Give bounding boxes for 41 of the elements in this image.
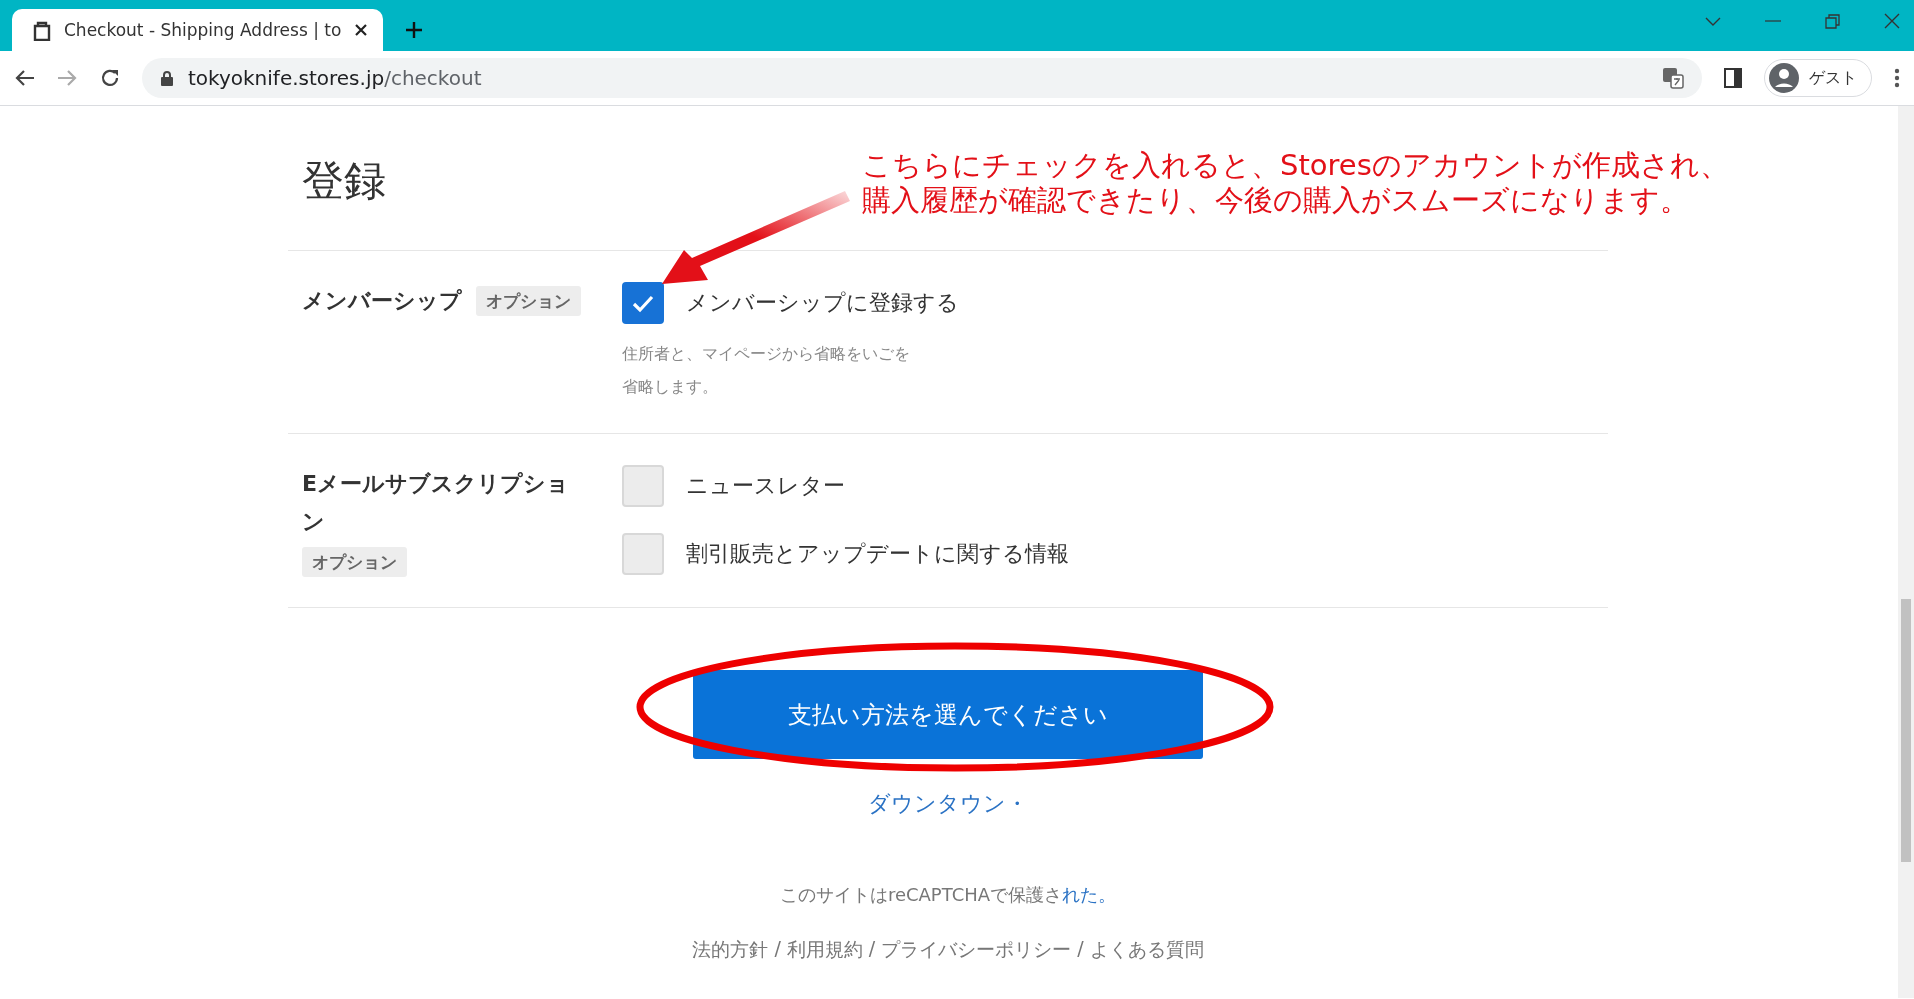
more-icon[interactable] [1894,68,1900,88]
address-bar[interactable]: tokyoknife.stores.jp/checkout [142,58,1702,98]
reload-icon[interactable] [100,68,120,88]
footer-link[interactable]: 利用規約 [786,937,863,963]
payment-method-button[interactable]: 支払い方法を選んでください [693,670,1203,759]
recaptcha-notice: このサイトはreCAPTCHAで保護さ [779,884,1063,905]
separator-text: / [868,937,876,961]
new-tab-icon[interactable] [405,21,424,39]
scrollbar[interactable] [1898,106,1914,998]
checkbox-label: 割引販売とアップデートに関する情報 [686,540,1069,568]
lock-icon [160,70,174,86]
section-label: メンバーシップ [302,287,462,315]
close-tab-icon[interactable] [353,22,370,38]
chevron-down-icon[interactable] [1705,16,1721,26]
translate-icon[interactable] [1662,67,1684,89]
optional-badge: オプション [302,547,407,577]
side-panel-icon[interactable] [1724,68,1742,88]
checkbox-label: メンバーシップに登録する [686,289,959,317]
bag-icon [32,19,52,41]
recaptcha-link[interactable]: れた。 [1062,884,1117,905]
checkbox[interactable] [622,533,664,575]
separator-text: / [1077,937,1084,961]
section-label: Eメールサブスクリプション [302,470,571,536]
browser-tab[interactable]: Checkout - Shipping Address | to [12,9,384,51]
back-icon[interactable] [14,68,35,88]
checkbox[interactable] [622,282,664,324]
checkmark-icon [632,293,654,313]
checkbox-label: ニュースレター [686,472,845,500]
footer-link[interactable]: よくある質問 [1089,937,1204,963]
checkbox[interactable] [622,465,664,507]
page-heading: 登録 [302,155,386,207]
downtown-link[interactable]: ダウンタウン・ [868,789,1028,819]
footer-link[interactable]: 法的方針 [692,937,769,963]
description-text: 住所者と、マイページから省略をいごを省略します。 [622,343,910,398]
optional-badge: オプション [476,286,581,316]
avatar-icon [1769,63,1799,93]
annotation-text: こちらにチェックを入れると、Storesのアカウントが作成され、 購入履歴が確認できたり、今後の購入がスムーズになります。 [862,148,1729,218]
restore-icon[interactable] [1825,13,1840,29]
separator-text: / [774,937,781,961]
close-icon[interactable] [1884,13,1900,29]
footer-link[interactable]: プライバシーポリシー [881,937,1072,963]
